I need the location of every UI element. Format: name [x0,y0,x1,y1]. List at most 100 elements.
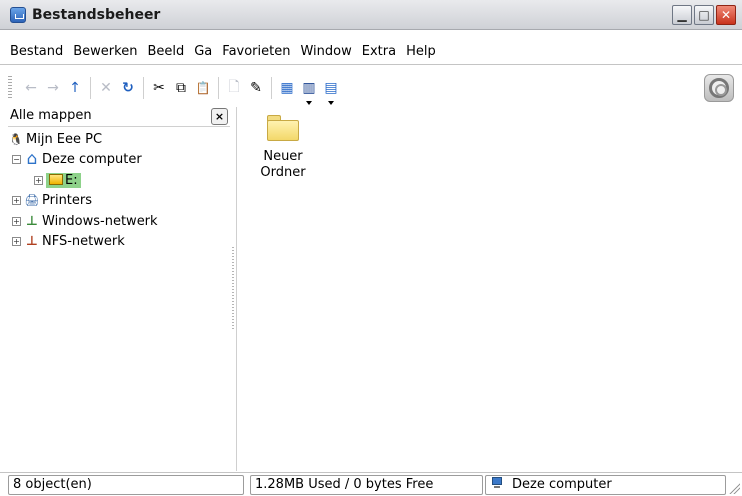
paste-button[interactable]: 📋 [192,77,214,99]
menu-beeld[interactable]: Beeld [143,44,188,59]
toolbar-grip[interactable] [8,76,12,100]
panel-close-button[interactable]: × [211,108,228,125]
toolbar-separator [143,77,144,99]
file-manager-icon [10,6,26,23]
menu-favorieten[interactable]: Favorieten [218,44,294,59]
detail-view-button[interactable]: ▤ [320,77,342,105]
menu-bewerken[interactable]: Bewerken [69,44,141,59]
cut-icon: ✂ [153,80,165,96]
network-icon: ⊥ [26,233,38,249]
home-icon: ⌂ [26,149,38,169]
menu-help[interactable]: Help [402,44,440,59]
delete-button[interactable]: 🗋 [223,77,245,99]
folder-item-neuer-ordner[interactable]: Neuer Ordner [247,115,319,181]
tree-item-label: Deze computer [42,151,142,167]
menu-ga[interactable]: Ga [190,44,216,59]
maximize-icon: □ [698,8,710,22]
tree-item-windows-netwerk[interactable]: + ⊥ Windows-netwerk [12,211,158,231]
toolbar-separator [271,77,272,99]
folder-label-line: Ordner [260,165,306,180]
tree-item-label: NFS-netwerk [42,233,125,249]
status-disk-space: 1.28MB Used / 0 bytes Free [250,475,483,495]
splitter-grip [232,247,234,331]
reload-icon: ↻ [122,80,134,96]
tree-item-deze-computer[interactable]: − ⌂ Deze computer [12,149,142,169]
tux-icon: 🐧 [9,132,23,146]
panel-header: Alle mappen × [8,107,230,127]
tree-item-label: Mijn Eee PC [26,131,103,147]
stop-icon: ✕ [100,80,112,96]
folder-icon [267,115,299,141]
file-view[interactable]: Neuer Ordner [236,107,742,471]
split-view-button[interactable]: ▥ [298,77,320,105]
reload-button[interactable]: ↻ [117,77,139,99]
activity-throbber[interactable] [704,74,734,102]
back-arrow-icon: ← [25,80,37,96]
dropdown-arrow-icon [306,101,312,105]
status-location-label: Deze computer [512,477,612,492]
back-button[interactable]: ← [20,77,42,99]
panel-title: Alle mappen [10,108,92,123]
cut-button[interactable]: ✂ [148,77,170,99]
computer-icon [490,477,504,489]
window-controls: ▁ □ ✕ [672,5,736,25]
status-object-count: 8 object(en) [8,475,244,495]
properties-button[interactable]: ✎ [245,77,267,99]
stop-button[interactable]: ✕ [95,77,117,99]
copy-button[interactable]: ⧉ [170,77,192,99]
window-title: Bestandsbeheer [32,6,161,23]
paste-icon: 📋 [195,81,211,95]
title-bar[interactable]: Bestandsbeheer ▁ □ ✕ [0,0,742,30]
copy-icon: ⧉ [176,80,186,96]
folder-tree-panel: Alle mappen × 🐧 Mijn Eee PC − ⌂ Deze com… [8,107,230,471]
throbber-icon [709,78,729,98]
selected-tree-item: E: [46,172,81,188]
minimize-icon: ▁ [677,8,687,22]
up-arrow-icon: ↑ [69,80,81,96]
expand-icon[interactable]: + [12,216,21,226]
folder-body [267,120,299,141]
printer-icon: 🖨 [24,193,40,207]
forward-arrow-icon: → [47,80,59,96]
menu-extra[interactable]: Extra [358,44,400,59]
tree-item-label: Windows-netwerk [42,213,158,229]
status-bar: 8 object(en) 1.28MB Used / 0 bytes Free … [0,474,742,496]
close-button[interactable]: ✕ [716,5,736,25]
folder-label-line: Neuer [263,149,303,164]
expand-icon[interactable]: + [34,175,43,185]
up-button[interactable]: ↑ [64,77,86,99]
toolbar: ← → ↑ ✕ ↻ ✂ ⧉ 📋 🗋 ✎ ▦ ▥ ▤ [0,70,742,106]
dropdown-arrow-icon [328,101,334,105]
close-icon: × [214,110,225,123]
statusbar-divider [0,472,742,473]
detail-view-icon: ▤ [324,80,338,96]
tree-item-label: E: [65,172,78,188]
menu-bestand[interactable]: Bestand [10,44,67,59]
menu-divider [0,64,742,65]
minimize-button[interactable]: ▁ [672,5,692,25]
resize-grip[interactable] [728,482,740,494]
maximize-button[interactable]: □ [694,5,714,25]
pane-splitter[interactable] [231,107,235,471]
tree-item-mijn-eee-pc[interactable]: 🐧 Mijn Eee PC [8,129,102,149]
split-view-icon: ▥ [302,80,316,96]
tree-item-nfs-netwerk[interactable]: + ⊥ NFS-netwerk [12,231,125,251]
forward-button[interactable]: → [42,77,64,99]
properties-icon: ✎ [250,80,262,96]
network-icon: ⊥ [26,213,38,229]
status-location: Deze computer [485,475,726,495]
expand-icon[interactable]: + [12,195,21,205]
toolbar-separator [218,77,219,99]
expand-icon[interactable]: + [12,236,21,246]
tree-item-printers[interactable]: + 🖨 Printers [12,190,92,210]
tree-item-label: Printers [42,192,93,208]
icon-view-button[interactable]: ▦ [276,77,298,99]
drive-icon [49,173,63,185]
tree-item-drive-e[interactable]: + E: [34,170,81,190]
menu-window[interactable]: Window [296,44,355,59]
delete-icon: 🗋 [228,79,240,95]
close-icon: ✕ [720,8,732,22]
menu-bar: Bestand Bewerken Beeld Ga Favorieten Win… [0,40,742,62]
collapse-icon[interactable]: − [12,154,21,164]
icon-view-icon: ▦ [280,80,294,96]
